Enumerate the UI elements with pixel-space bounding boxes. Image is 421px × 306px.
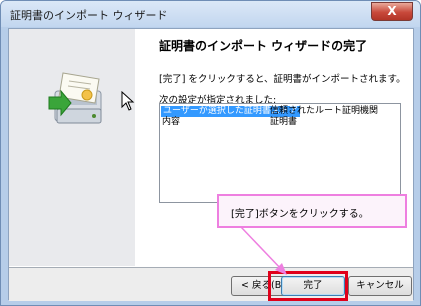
wizard-window: 証明書のインポート ウィザード X 証明書のインポート ウィザードの完了 [完了… bbox=[0, 0, 421, 306]
callout-text: [完了]ボタンをクリックする。 bbox=[231, 209, 369, 220]
wizard-side-panel bbox=[9, 29, 135, 266]
window-title: 証明書のインポート ウィザード bbox=[10, 9, 168, 22]
certificate-import-icon bbox=[48, 72, 102, 124]
close-button[interactable]: X bbox=[371, 2, 413, 21]
title-bar[interactable]: 証明書のインポート ウィザード X bbox=[1, 1, 420, 27]
cancel-button[interactable]: キャンセル bbox=[348, 276, 412, 296]
setting-value: 信頼されたルート証明機関 bbox=[270, 106, 379, 116]
wizard-client-area: 証明書のインポート ウィザードの完了 [完了] をクリックすると、証明書がインポ… bbox=[8, 28, 414, 301]
settings-list[interactable]: ユーザーが選択した証明書ストア 信頼されたルート証明機関 内容 証明書 bbox=[159, 103, 401, 203]
setting-value: 証明書 bbox=[270, 117, 298, 127]
intro-text: [完了] をクリックすると、証明書がインポートされます。 bbox=[159, 74, 406, 85]
callout-arrow-icon bbox=[240, 226, 287, 275]
page-title: 証明書のインポート ウィザードの完了 bbox=[159, 39, 368, 53]
mouse-cursor-icon bbox=[121, 91, 135, 111]
setting-key: 内容 bbox=[162, 117, 181, 127]
